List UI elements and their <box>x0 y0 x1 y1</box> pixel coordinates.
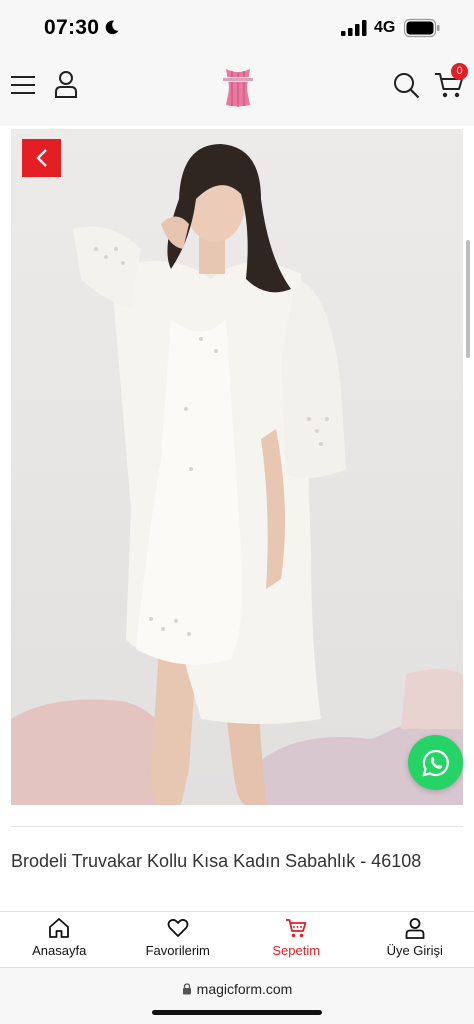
magicform-logo[interactable] <box>217 61 259 109</box>
signal-icon <box>341 20 367 36</box>
home-indicator[interactable] <box>152 1010 322 1015</box>
product-photo <box>11 129 463 805</box>
whatsapp-icon <box>421 749 449 777</box>
product-image[interactable] <box>11 129 463 805</box>
cart-icon <box>286 919 307 938</box>
url-text: magicform.com <box>196 981 293 997</box>
product-title: Brodeli Truvakar Kollu Kısa Kadın Sabahl… <box>11 851 422 871</box>
tab-home[interactable]: Anasayfa <box>0 912 119 967</box>
cart-count-badge: 0 <box>451 63 468 80</box>
divider <box>11 826 463 827</box>
url-display[interactable]: magicform.com <box>0 981 474 997</box>
tab-favorites-label: Favorilerim <box>145 943 210 958</box>
battery-icon <box>404 18 440 38</box>
moon-icon <box>105 20 119 35</box>
user-icon[interactable] <box>54 70 78 98</box>
tab-home-label: Anasayfa <box>32 943 87 958</box>
tab-account-label: Üye Girişi <box>386 943 443 958</box>
back-button[interactable] <box>22 139 61 177</box>
tab-cart[interactable]: Sepetim <box>237 912 356 967</box>
site-header: 0 <box>0 56 474 126</box>
scrollbar-thumb[interactable] <box>466 240 470 358</box>
tab-account[interactable]: Üye Girişi <box>356 912 474 967</box>
tab-favorites[interactable]: Favorilerim <box>119 912 238 967</box>
lock-icon <box>182 983 191 995</box>
search-icon[interactable] <box>393 72 420 99</box>
home-icon <box>49 918 70 938</box>
heart-icon <box>167 918 189 937</box>
chevron-left-icon <box>35 149 47 167</box>
menu-icon[interactable] <box>11 74 35 96</box>
tab-cart-label: Sepetim <box>272 943 321 958</box>
network-label: 4G <box>374 19 396 36</box>
browser-url-bar[interactable]: magicform.com <box>0 967 474 1024</box>
status-bar: 07:30 4G <box>0 0 474 56</box>
status-time: 07:30 <box>44 16 100 39</box>
bottom-tab-bar: Anasayfa Favorilerim Sepetim Üye Girişi <box>0 911 474 967</box>
user-icon <box>405 918 425 939</box>
whatsapp-button[interactable] <box>408 735 463 790</box>
